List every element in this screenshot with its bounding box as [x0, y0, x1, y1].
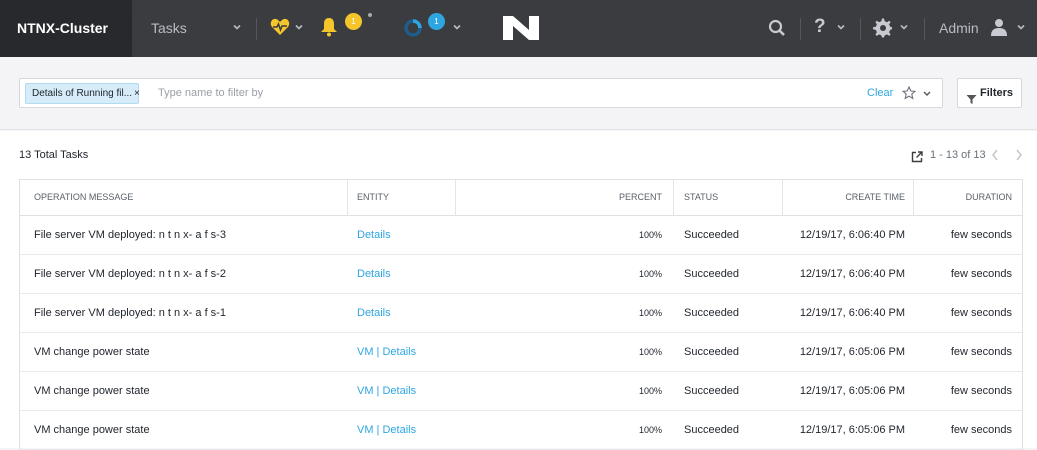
column-divider: [913, 180, 914, 216]
status-value: Succeeded: [684, 307, 740, 319]
create-time-value: 12/19/17, 6:05:06 PM: [799, 346, 905, 358]
gear-icon[interactable]: [873, 18, 893, 43]
column-divider: [673, 180, 674, 216]
table-row[interactable]: VM change power state VM | Details 100% …: [20, 411, 1022, 450]
table-row[interactable]: File server VM deployed: n t n x- a f s-…: [20, 294, 1022, 333]
entity-link[interactable]: Details: [357, 255, 391, 294]
chevron-down-icon[interactable]: [922, 85, 932, 103]
divider: [860, 18, 861, 40]
operation-message: VM change power state: [34, 424, 150, 436]
percent-value: 100%: [638, 269, 662, 279]
filters-button[interactable]: Filters: [957, 78, 1022, 108]
next-page-icon[interactable]: [1014, 148, 1024, 165]
star-icon[interactable]: [901, 85, 917, 105]
percent-value: 100%: [638, 347, 662, 357]
duration-value: few seconds: [950, 307, 1012, 319]
user-icon[interactable]: [990, 18, 1008, 41]
remove-chip-icon[interactable]: ×: [134, 83, 140, 104]
filter-chip[interactable]: Details of Running fil...: [25, 83, 140, 104]
nutanix-logo-icon[interactable]: [503, 16, 539, 45]
duration-value: few seconds: [950, 268, 1012, 280]
create-time-value: 12/19/17, 6:06:40 PM: [799, 307, 905, 319]
header-operation[interactable]: OPERATION MESSAGE: [34, 180, 133, 216]
duration-value: few seconds: [950, 424, 1012, 436]
operation-message: VM change power state: [34, 385, 150, 397]
duration-value: few seconds: [950, 385, 1012, 397]
divider: [256, 18, 257, 40]
entity-link[interactable]: VM | Details: [357, 333, 416, 372]
status-value: Succeeded: [684, 229, 740, 241]
entity-link[interactable]: Details: [357, 294, 391, 333]
alerts-badge[interactable]: 1: [345, 13, 362, 30]
create-time-value: 12/19/17, 6:05:06 PM: [799, 385, 905, 397]
health-heart-icon[interactable]: [270, 18, 290, 41]
operation-message: VM change power state: [34, 346, 150, 358]
header-status[interactable]: STATUS: [684, 180, 718, 216]
filters-button-label: Filters: [980, 87, 1014, 99]
status-value: Succeeded: [684, 385, 740, 397]
header-duration[interactable]: DURATION: [966, 180, 1012, 216]
entity-link[interactable]: Details: [357, 216, 391, 255]
tasks-panel: 13 Total Tasks 1 - 13 of 13 OPERATION ME…: [0, 131, 1037, 450]
cluster-arrow-shape: [112, 0, 132, 56]
percent-value: 100%: [638, 230, 662, 240]
chevron-down-icon[interactable]: [294, 21, 304, 35]
duration-value: few seconds: [950, 229, 1012, 241]
chevron-down-icon[interactable]: [452, 21, 462, 35]
chevron-down-icon[interactable]: [899, 21, 909, 35]
search-icon[interactable]: [768, 19, 786, 42]
chevron-down-icon[interactable]: [232, 21, 242, 35]
header-percent[interactable]: PERCENT: [619, 180, 662, 216]
percent-value: 100%: [638, 308, 662, 318]
table-row[interactable]: File server VM deployed: n t n x- a f s-…: [20, 216, 1022, 255]
create-time-value: 12/19/17, 6:06:40 PM: [799, 268, 905, 280]
table-row[interactable]: File server VM deployed: n t n x- a f s-…: [20, 255, 1022, 294]
user-menu-label[interactable]: Admin: [939, 0, 979, 57]
filter-search-box[interactable]: Details of Running fil... × Clear: [19, 78, 943, 108]
operation-message: File server VM deployed: n t n x- a f s-…: [34, 229, 226, 241]
operation-message: File server VM deployed: n t n x- a f s-…: [34, 268, 226, 280]
header-create-time[interactable]: CREATE TIME: [845, 180, 905, 216]
duration-value: few seconds: [950, 346, 1012, 358]
table-header: OPERATION MESSAGE ENTITY PERCENT STATUS …: [20, 180, 1022, 216]
chevron-down-icon[interactable]: [836, 21, 846, 35]
create-time-value: 12/19/17, 6:05:06 PM: [799, 424, 905, 436]
percent-value: 100%: [638, 425, 662, 435]
percent-value: 100%: [638, 386, 662, 396]
divider: [924, 18, 925, 40]
clear-filter-link[interactable]: Clear: [867, 79, 893, 107]
column-divider: [455, 180, 456, 216]
bell-icon[interactable]: [320, 17, 338, 42]
divider: [800, 18, 801, 40]
entity-link[interactable]: VM | Details: [357, 372, 416, 411]
status-value: Succeeded: [684, 268, 740, 280]
tasks-progress-icon[interactable]: [404, 19, 422, 42]
top-nav-bar: NTNX-Cluster Tasks 1 1 ? Admin: [0, 0, 1037, 57]
filter-input[interactable]: [158, 79, 758, 107]
export-icon[interactable]: [911, 150, 923, 168]
create-time-value: 12/19/17, 6:06:40 PM: [799, 229, 905, 241]
nav-tasks-dropdown[interactable]: Tasks: [151, 0, 187, 57]
table-row[interactable]: VM change power state VM | Details 100% …: [20, 333, 1022, 372]
operation-message: File server VM deployed: n t n x- a f s-…: [34, 307, 226, 319]
pagination-label: 1 - 13 of 13: [930, 149, 986, 161]
header-entity[interactable]: ENTITY: [357, 180, 389, 216]
column-divider: [782, 180, 783, 216]
total-tasks-label: 13 Total Tasks: [19, 149, 89, 161]
funnel-icon: [966, 88, 977, 116]
column-divider: [347, 180, 348, 216]
entity-link[interactable]: VM | Details: [357, 411, 416, 450]
status-value: Succeeded: [684, 424, 740, 436]
chevron-down-icon[interactable]: [1016, 21, 1026, 35]
status-dot: [368, 13, 372, 17]
filter-bar: Details of Running fil... × Clear Filter…: [0, 57, 1037, 130]
help-icon[interactable]: ?: [814, 16, 826, 38]
tasks-badge[interactable]: 1: [428, 13, 445, 30]
status-value: Succeeded: [684, 346, 740, 358]
table-row[interactable]: VM change power state VM | Details 100% …: [20, 372, 1022, 411]
tasks-table: OPERATION MESSAGE ENTITY PERCENT STATUS …: [19, 179, 1023, 450]
prev-page-icon[interactable]: [990, 148, 1000, 165]
